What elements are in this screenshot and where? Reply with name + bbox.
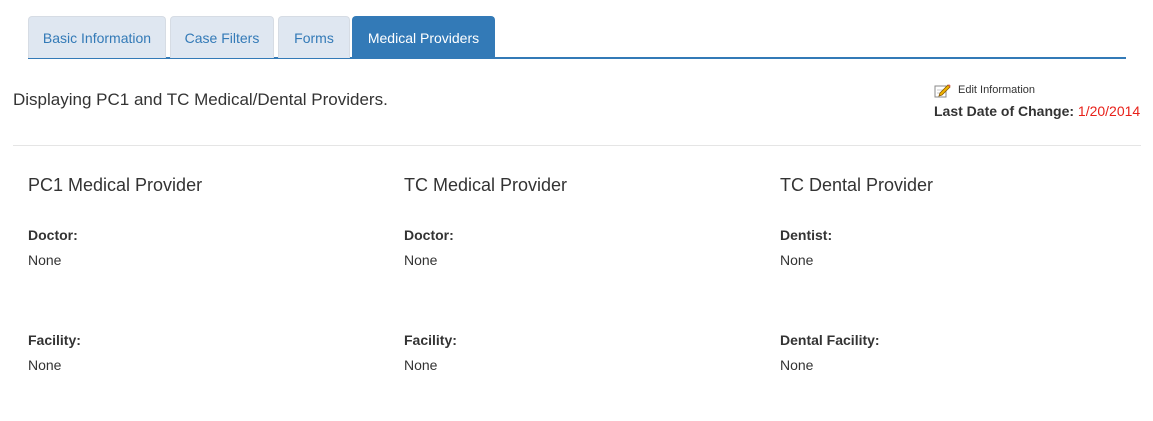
facility-value: None [404, 357, 438, 373]
edit-information-label: Edit Information [958, 84, 1036, 96]
dentist-label: Dentist: [780, 227, 833, 243]
tab-case-filters[interactable]: Case Filters [170, 16, 274, 58]
section-title: PC1 Medical Provider [28, 175, 203, 195]
facility-label: Facility: [28, 332, 81, 348]
tc-medical-provider-section: TC Medical Provider Doctor: None Facilit… [404, 174, 744, 373]
last-change-label: Last Date of Change: [934, 103, 1075, 119]
doctor-label: Doctor: [404, 227, 454, 243]
tc-dental-provider-section: TC Dental Provider Dentist: None Dental … [780, 174, 1120, 373]
last-change-line: Last Date of Change: 1/20/2014 [934, 103, 1149, 119]
last-change-date: 1/20/2014 [1077, 103, 1141, 119]
dental-facility-value: None [780, 357, 814, 373]
facility-value: None [28, 357, 62, 373]
doctor-value: None [404, 252, 438, 268]
dentist-value: None [780, 252, 814, 268]
section-title: TC Dental Provider [780, 175, 934, 195]
tab-medical-providers[interactable]: Medical Providers [352, 16, 495, 58]
edit-info-box: Edit Information Last Date of Change: 1/… [934, 81, 1149, 119]
tab-forms[interactable]: Forms [278, 16, 350, 58]
page: Basic Information Case Filters Forms Med… [0, 0, 1153, 421]
dental-facility-label: Dental Facility: [780, 332, 880, 348]
section-title: TC Medical Provider [404, 175, 568, 195]
facility-label: Facility: [404, 332, 457, 348]
pencil-edit-icon [934, 83, 951, 97]
doctor-label: Doctor: [28, 227, 78, 243]
doctor-value: None [28, 252, 62, 268]
intro-text: Displaying PC1 and TC Medical/Dental Pro… [13, 90, 388, 109]
tab-basic-information[interactable]: Basic Information [28, 16, 166, 58]
tab-bar: Basic Information Case Filters Forms Med… [28, 16, 1126, 59]
edit-information-link[interactable]: Edit Information [934, 81, 1149, 99]
divider [13, 145, 1141, 146]
pc1-medical-provider-section: PC1 Medical Provider Doctor: None Facili… [28, 174, 368, 373]
